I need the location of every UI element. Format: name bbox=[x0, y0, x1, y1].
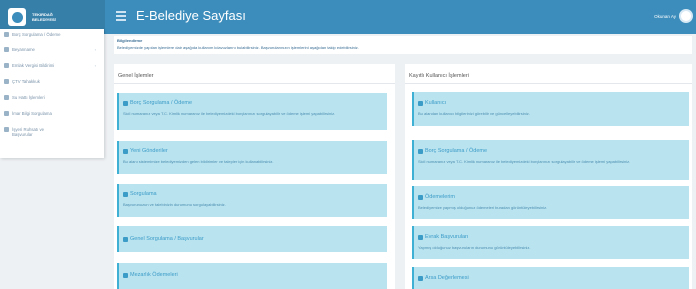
card-kullanici[interactable]: Kullanıcı Bu alandan kullanıcı bilgileri… bbox=[412, 92, 689, 126]
card-title-text: Sorgulama bbox=[130, 191, 157, 197]
card-arsa-degerlemesi[interactable]: Arsa Değerlemesi bbox=[412, 267, 689, 289]
folder-icon bbox=[418, 234, 423, 240]
user-icon bbox=[418, 100, 423, 106]
sidebar-item-label: Emlak Vergisi Bildirimi bbox=[12, 63, 55, 68]
building-icon bbox=[4, 111, 9, 116]
top-navbar: TEKIRDAĞ BELEDİYESİ E-Belediye Sayfası O… bbox=[0, 0, 696, 34]
card-genel-sorgulama[interactable]: Genel Sorgulama / Başvurular bbox=[117, 226, 387, 252]
notice-text: Belediyemizde yapılan işlemlere dair aşa… bbox=[117, 45, 359, 50]
sidebar-item-label: İmar Bilgi Sorgulama bbox=[12, 111, 52, 116]
card-title: Sorgulama bbox=[123, 191, 157, 197]
card-borc-sorgulama[interactable]: Borç Sorgulama / Ödeme Sicil numaranız v… bbox=[117, 93, 387, 130]
credit-card-icon bbox=[418, 148, 423, 154]
map-icon bbox=[418, 275, 423, 281]
card-title-text: Evrak Başvuruları bbox=[425, 234, 469, 240]
card-title: Ödemelerim bbox=[418, 194, 455, 200]
plus-icon bbox=[4, 79, 9, 84]
card-description: Bu alandan kullanıcı bilgilerinizi göreb… bbox=[418, 111, 530, 116]
card-mezarlik-odemeleri[interactable]: Mezarlık Ödemeleri bbox=[117, 263, 387, 289]
card-title-text: Borç Sorgulama / Ödeme bbox=[130, 100, 193, 106]
crest-icon bbox=[8, 8, 26, 26]
divider bbox=[405, 83, 692, 84]
card-title-text: Mezarlık Ödemeleri bbox=[130, 272, 178, 278]
pencil-icon bbox=[4, 47, 9, 52]
card-title: Evrak Başvuruları bbox=[418, 234, 468, 240]
sidebar-item-borc-sorgulama[interactable]: Borç Sorgulama / Ödeme bbox=[4, 32, 100, 37]
card-evrak-basvurulari[interactable]: Evrak Başvuruları Yapmış olduğunuz başvu… bbox=[412, 226, 689, 259]
card-title: Yeni Gönderiler bbox=[123, 148, 168, 154]
sidebar-item-label: Beyanname bbox=[12, 47, 35, 52]
sidebar-item-label: İşyeri Ruhsatı ve Başvurular bbox=[12, 127, 44, 137]
list-icon bbox=[418, 194, 423, 200]
sidebar-menu: Borç Sorgulama / Ödeme Beyanname ‹ Emlak… bbox=[0, 29, 104, 158]
card-title: Arsa Değerlemesi bbox=[418, 275, 469, 281]
flag-icon bbox=[123, 236, 128, 242]
card-title-text: Borç Sorgulama / Ödeme bbox=[425, 148, 488, 154]
sidebar-item-imar-bilgi[interactable]: İmar Bilgi Sorgulama bbox=[4, 111, 100, 116]
water-icon bbox=[4, 95, 9, 100]
card-title: Borç Sorgulama / Ödeme bbox=[123, 100, 192, 106]
avatar[interactable] bbox=[679, 9, 693, 23]
card-description: Belediyemize yapmış olduğunuz ödemeleri … bbox=[418, 205, 548, 210]
card-sorgulama[interactable]: Sorgulama Başvurunuzun ve talebinizin du… bbox=[117, 184, 387, 217]
sidebar-item-isyeri-ruhsati[interactable]: İşyeri Ruhsatı ve Başvurular bbox=[4, 127, 100, 137]
card-title: Kullanıcı bbox=[418, 100, 446, 106]
credit-card-icon bbox=[123, 100, 128, 106]
card-description: Sicil numaranız veya T.C. Kimlik numaran… bbox=[123, 111, 336, 116]
card-title-text: Arsa Değerlemesi bbox=[425, 275, 469, 281]
card-title: Mezarlık Ödemeleri bbox=[123, 272, 178, 278]
card-title-text: Genel Sorgulama / Başvurular bbox=[130, 236, 204, 242]
general-operations-panel: Genel İşlemler Borç Sorgulama / Ödeme Si… bbox=[114, 64, 395, 289]
logo-line-2: BELEDİYESİ bbox=[32, 17, 56, 22]
card-yeni-gonderiler[interactable]: Yeni Gönderiler Bu alanı sistemimize bel… bbox=[117, 141, 387, 174]
divider bbox=[114, 83, 395, 84]
wrench-icon bbox=[123, 148, 128, 154]
page-title: E-Belediye Sayfası bbox=[136, 8, 246, 23]
info-notice: Bilgilendirme Belediyemizde yapılan işle… bbox=[114, 36, 692, 54]
logo-text: TEKIRDAĞ BELEDİYESİ bbox=[32, 12, 56, 22]
sidebar-item-emlak-vergisi[interactable]: Emlak Vergisi Bildirimi ‹ bbox=[4, 63, 100, 68]
list-icon bbox=[4, 63, 9, 68]
card-description: Sicil numaranız veya T.C. Kimlik numaran… bbox=[418, 159, 631, 164]
sidebar-item-label: ÇTV Tahakkuk bbox=[12, 79, 40, 84]
hamburger-menu-icon[interactable] bbox=[116, 11, 126, 21]
panel-title: Genel İşlemler bbox=[118, 73, 154, 79]
card-title: Borç Sorgulama / Ödeme bbox=[418, 148, 487, 154]
sidebar-item-ctv[interactable]: ÇTV Tahakkuk bbox=[4, 79, 100, 84]
receipt-icon bbox=[123, 272, 128, 278]
card-description: Başvurunuzun ve talebinizin durumunu sor… bbox=[123, 202, 226, 207]
chevron-left-icon: ‹ bbox=[94, 63, 96, 68]
card-borc-sorgulama-kayitli[interactable]: Borç Sorgulama / Ödeme Sicil numaranız v… bbox=[412, 140, 689, 180]
card-title-text: Yeni Gönderiler bbox=[130, 148, 168, 154]
panel-title: Kayıtlı Kullanıcı İşlemleri bbox=[409, 73, 469, 79]
sidebar-item-label-line-2: Başvurular bbox=[12, 132, 33, 137]
card-description: Yapmış olduğunuz başvuruların durumunu g… bbox=[418, 245, 531, 250]
sidebar-item-label: Su Hattı İşlemleri bbox=[12, 95, 45, 100]
info-icon bbox=[123, 191, 128, 197]
sidebar-item-beyanname[interactable]: Beyanname ‹ bbox=[4, 47, 100, 52]
user-name[interactable]: Okunan Ay bbox=[654, 14, 676, 19]
card-title: Genel Sorgulama / Başvurular bbox=[123, 236, 204, 242]
card-description: Bu alanı sistemimize belediyemizden gele… bbox=[123, 159, 274, 164]
card-title-text: Ödemelerim bbox=[425, 194, 455, 200]
document-icon bbox=[4, 127, 9, 132]
notice-title: Bilgilendirme bbox=[117, 38, 143, 43]
chevron-left-icon: ‹ bbox=[94, 47, 96, 52]
card-odemelerim[interactable]: Ödemelerim Belediyemize yapmış olduğunuz… bbox=[412, 186, 689, 219]
sidebar-item-su-hatti[interactable]: Su Hattı İşlemleri bbox=[4, 95, 100, 100]
sidebar-item-label: Borç Sorgulama / Ödeme bbox=[12, 32, 61, 37]
card-title-text: Kullanıcı bbox=[425, 100, 447, 106]
registered-user-operations-panel: Kayıtlı Kullanıcı İşlemleri Kullanıcı Bu… bbox=[405, 64, 692, 289]
wallet-icon bbox=[4, 32, 9, 37]
